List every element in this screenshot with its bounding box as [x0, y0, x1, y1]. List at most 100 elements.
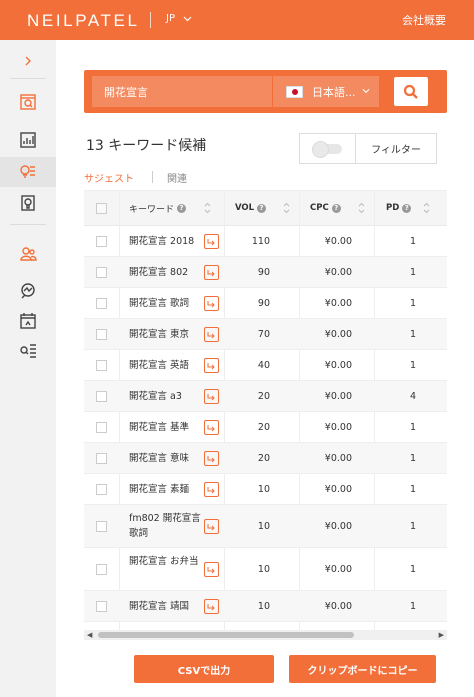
- keyword-cell[interactable]: 開花宣言 東京: [129, 327, 189, 342]
- keyword-cell[interactable]: 開花宣言 2018: [129, 234, 194, 249]
- open-keyword-button[interactable]: [204, 599, 219, 614]
- keyword-cell[interactable]: 開花宣言 802: [129, 265, 188, 280]
- scroll-right-arrow-icon[interactable]: ▶: [439, 631, 444, 639]
- top-navigation-bar: NEILPATEL JP 会社概要: [0, 0, 474, 40]
- table-row[interactable]: 開花宣言 英語 40 ¥0.00 1: [84, 350, 447, 381]
- sidebar-item-traffic-analyzer[interactable]: [0, 125, 56, 155]
- open-keyword-button[interactable]: [204, 234, 219, 249]
- sidebar-item-keyword-ideas[interactable]: [0, 157, 56, 187]
- sort-icon[interactable]: [358, 202, 365, 214]
- table-row[interactable]: fm802 開花宣言 歌詞 10 ¥0.00 1: [84, 505, 447, 548]
- table-row[interactable]: 開花宣言 素麺 10 ¥0.00 1: [84, 474, 447, 505]
- language-dropdown[interactable]: 日本語...: [273, 76, 379, 107]
- select-all-checkbox[interactable]: [96, 203, 107, 214]
- row-checkbox[interactable]: [96, 521, 107, 532]
- toggle-switch[interactable]: [311, 140, 342, 158]
- keyword-cell[interactable]: 開花宣言 お弁当: [129, 554, 203, 569]
- sidebar-item-backlinks[interactable]: [0, 276, 56, 306]
- row-checkbox[interactable]: [96, 484, 107, 495]
- sort-icon[interactable]: [204, 202, 211, 214]
- cpc-cell: ¥0.00: [324, 267, 352, 278]
- tab-related[interactable]: 関連: [167, 170, 187, 185]
- sidebar-item-content-ideas[interactable]: [0, 188, 56, 218]
- keyword-cell[interactable]: 開花宣言 素麺: [129, 482, 189, 497]
- redirect-arrow-icon: [207, 331, 215, 338]
- sidebar-item-rank-tracking[interactable]: [0, 306, 56, 336]
- language-label: JP: [166, 13, 175, 24]
- header-cpc-label: CPC: [310, 203, 329, 213]
- filter-button[interactable]: フィルター: [356, 134, 436, 163]
- sort-icon[interactable]: [423, 202, 430, 214]
- row-checkbox[interactable]: [96, 360, 107, 371]
- sidebar-item-site-audit[interactable]: [0, 87, 56, 117]
- table-row[interactable]: 開花宣言 東京 70 ¥0.00 1: [84, 319, 447, 350]
- keyword-cell[interactable]: 開花宣言 靖国: [129, 599, 189, 614]
- neilpatel-logo[interactable]: NEILPATEL: [27, 11, 140, 31]
- open-keyword-button[interactable]: [204, 562, 219, 577]
- header-cpc[interactable]: CPC?: [310, 203, 341, 213]
- chevron-right-icon: [25, 56, 31, 66]
- company-info-link[interactable]: 会社概要: [402, 12, 446, 28]
- open-keyword-button[interactable]: [204, 265, 219, 280]
- copy-to-clipboard-button[interactable]: クリップボードにコピー: [289, 655, 436, 683]
- horizontal-scrollbar[interactable]: ◀ ▶: [84, 630, 447, 640]
- help-icon[interactable]: ?: [177, 203, 187, 213]
- cpc-cell: ¥0.00: [324, 601, 352, 612]
- help-icon[interactable]: ?: [257, 203, 267, 213]
- row-checkbox[interactable]: [96, 601, 107, 612]
- scroll-left-arrow-icon[interactable]: ◀: [87, 631, 92, 639]
- table-row[interactable]: 開花宣言 お弁当 10 ¥0.00 1: [84, 548, 447, 591]
- keyword-cell[interactable]: fm802 開花宣言 歌詞: [129, 511, 203, 541]
- row-checkbox[interactable]: [96, 236, 107, 247]
- keyword-cell[interactable]: 開花宣言 基準: [129, 420, 189, 435]
- help-icon[interactable]: ?: [331, 203, 341, 213]
- language-selector[interactable]: JP: [166, 13, 192, 24]
- row-checkbox[interactable]: [96, 267, 107, 278]
- help-icon[interactable]: ?: [402, 203, 412, 213]
- row-checkbox[interactable]: [96, 422, 107, 433]
- header-pd-label: PD: [386, 203, 400, 213]
- table-row[interactable]: 開花宣言 802 90 ¥0.00 1: [84, 257, 447, 288]
- keyword-search-input[interactable]: [92, 76, 272, 107]
- keyword-cell[interactable]: 開花宣言 意味: [129, 451, 189, 466]
- row-checkbox[interactable]: [96, 298, 107, 309]
- header-vol[interactable]: VOL?: [235, 203, 267, 213]
- keyword-cell[interactable]: 開花宣言 英語: [129, 358, 189, 373]
- sidebar-expand-button[interactable]: [0, 46, 56, 76]
- filter-toggle[interactable]: [300, 134, 356, 163]
- search-button[interactable]: [394, 77, 428, 106]
- open-keyword-button[interactable]: [204, 296, 219, 311]
- row-checkbox[interactable]: [96, 391, 107, 402]
- open-keyword-button[interactable]: [204, 420, 219, 435]
- scrollbar-thumb[interactable]: [98, 632, 354, 638]
- table-row[interactable]: 開花宣言 a3 20 ¥0.00 4: [84, 381, 447, 412]
- open-keyword-button[interactable]: [204, 358, 219, 373]
- keyword-cell[interactable]: 開花宣言 歌詞: [129, 296, 189, 311]
- table-row[interactable]: 開花宣言 歌詞 90 ¥0.00 1: [84, 288, 447, 319]
- table-row[interactable]: 開花宣言 2018 110 ¥0.00 1: [84, 226, 447, 257]
- table-row[interactable]: 開花宣言 基準 20 ¥0.00 1: [84, 412, 447, 443]
- sidebar-item-competitor-analysis[interactable]: [0, 239, 56, 269]
- row-checkbox[interactable]: [96, 329, 107, 340]
- export-csv-button[interactable]: CSVで出力: [134, 655, 274, 683]
- open-keyword-button[interactable]: [204, 482, 219, 497]
- filter-controls: フィルター: [299, 133, 437, 164]
- keyword-cell[interactable]: 開花宣言 a3: [129, 389, 182, 404]
- row-checkbox[interactable]: [96, 453, 107, 464]
- header-keyword[interactable]: キーワード?: [129, 202, 187, 215]
- open-keyword-button[interactable]: [204, 519, 219, 534]
- open-keyword-button[interactable]: [204, 327, 219, 342]
- sidebar-item-keyword-list[interactable]: [0, 336, 56, 366]
- table-row[interactable]: 開花宣言 意味 20 ¥0.00 1: [84, 443, 447, 474]
- chevron-down-icon: [183, 16, 192, 21]
- row-checkbox[interactable]: [96, 564, 107, 575]
- redirect-arrow-icon: [207, 486, 215, 493]
- tab-suggest[interactable]: サジェスト: [84, 170, 134, 185]
- volume-cell: 20: [257, 391, 270, 402]
- open-keyword-button[interactable]: [204, 389, 219, 404]
- header-pd[interactable]: PD?: [386, 203, 412, 213]
- result-tabs: サジェスト 関連: [84, 167, 187, 187]
- table-row[interactable]: 開花宣言 靖国 10 ¥0.00 1: [84, 591, 447, 622]
- sort-icon[interactable]: [283, 202, 290, 214]
- open-keyword-button[interactable]: [204, 451, 219, 466]
